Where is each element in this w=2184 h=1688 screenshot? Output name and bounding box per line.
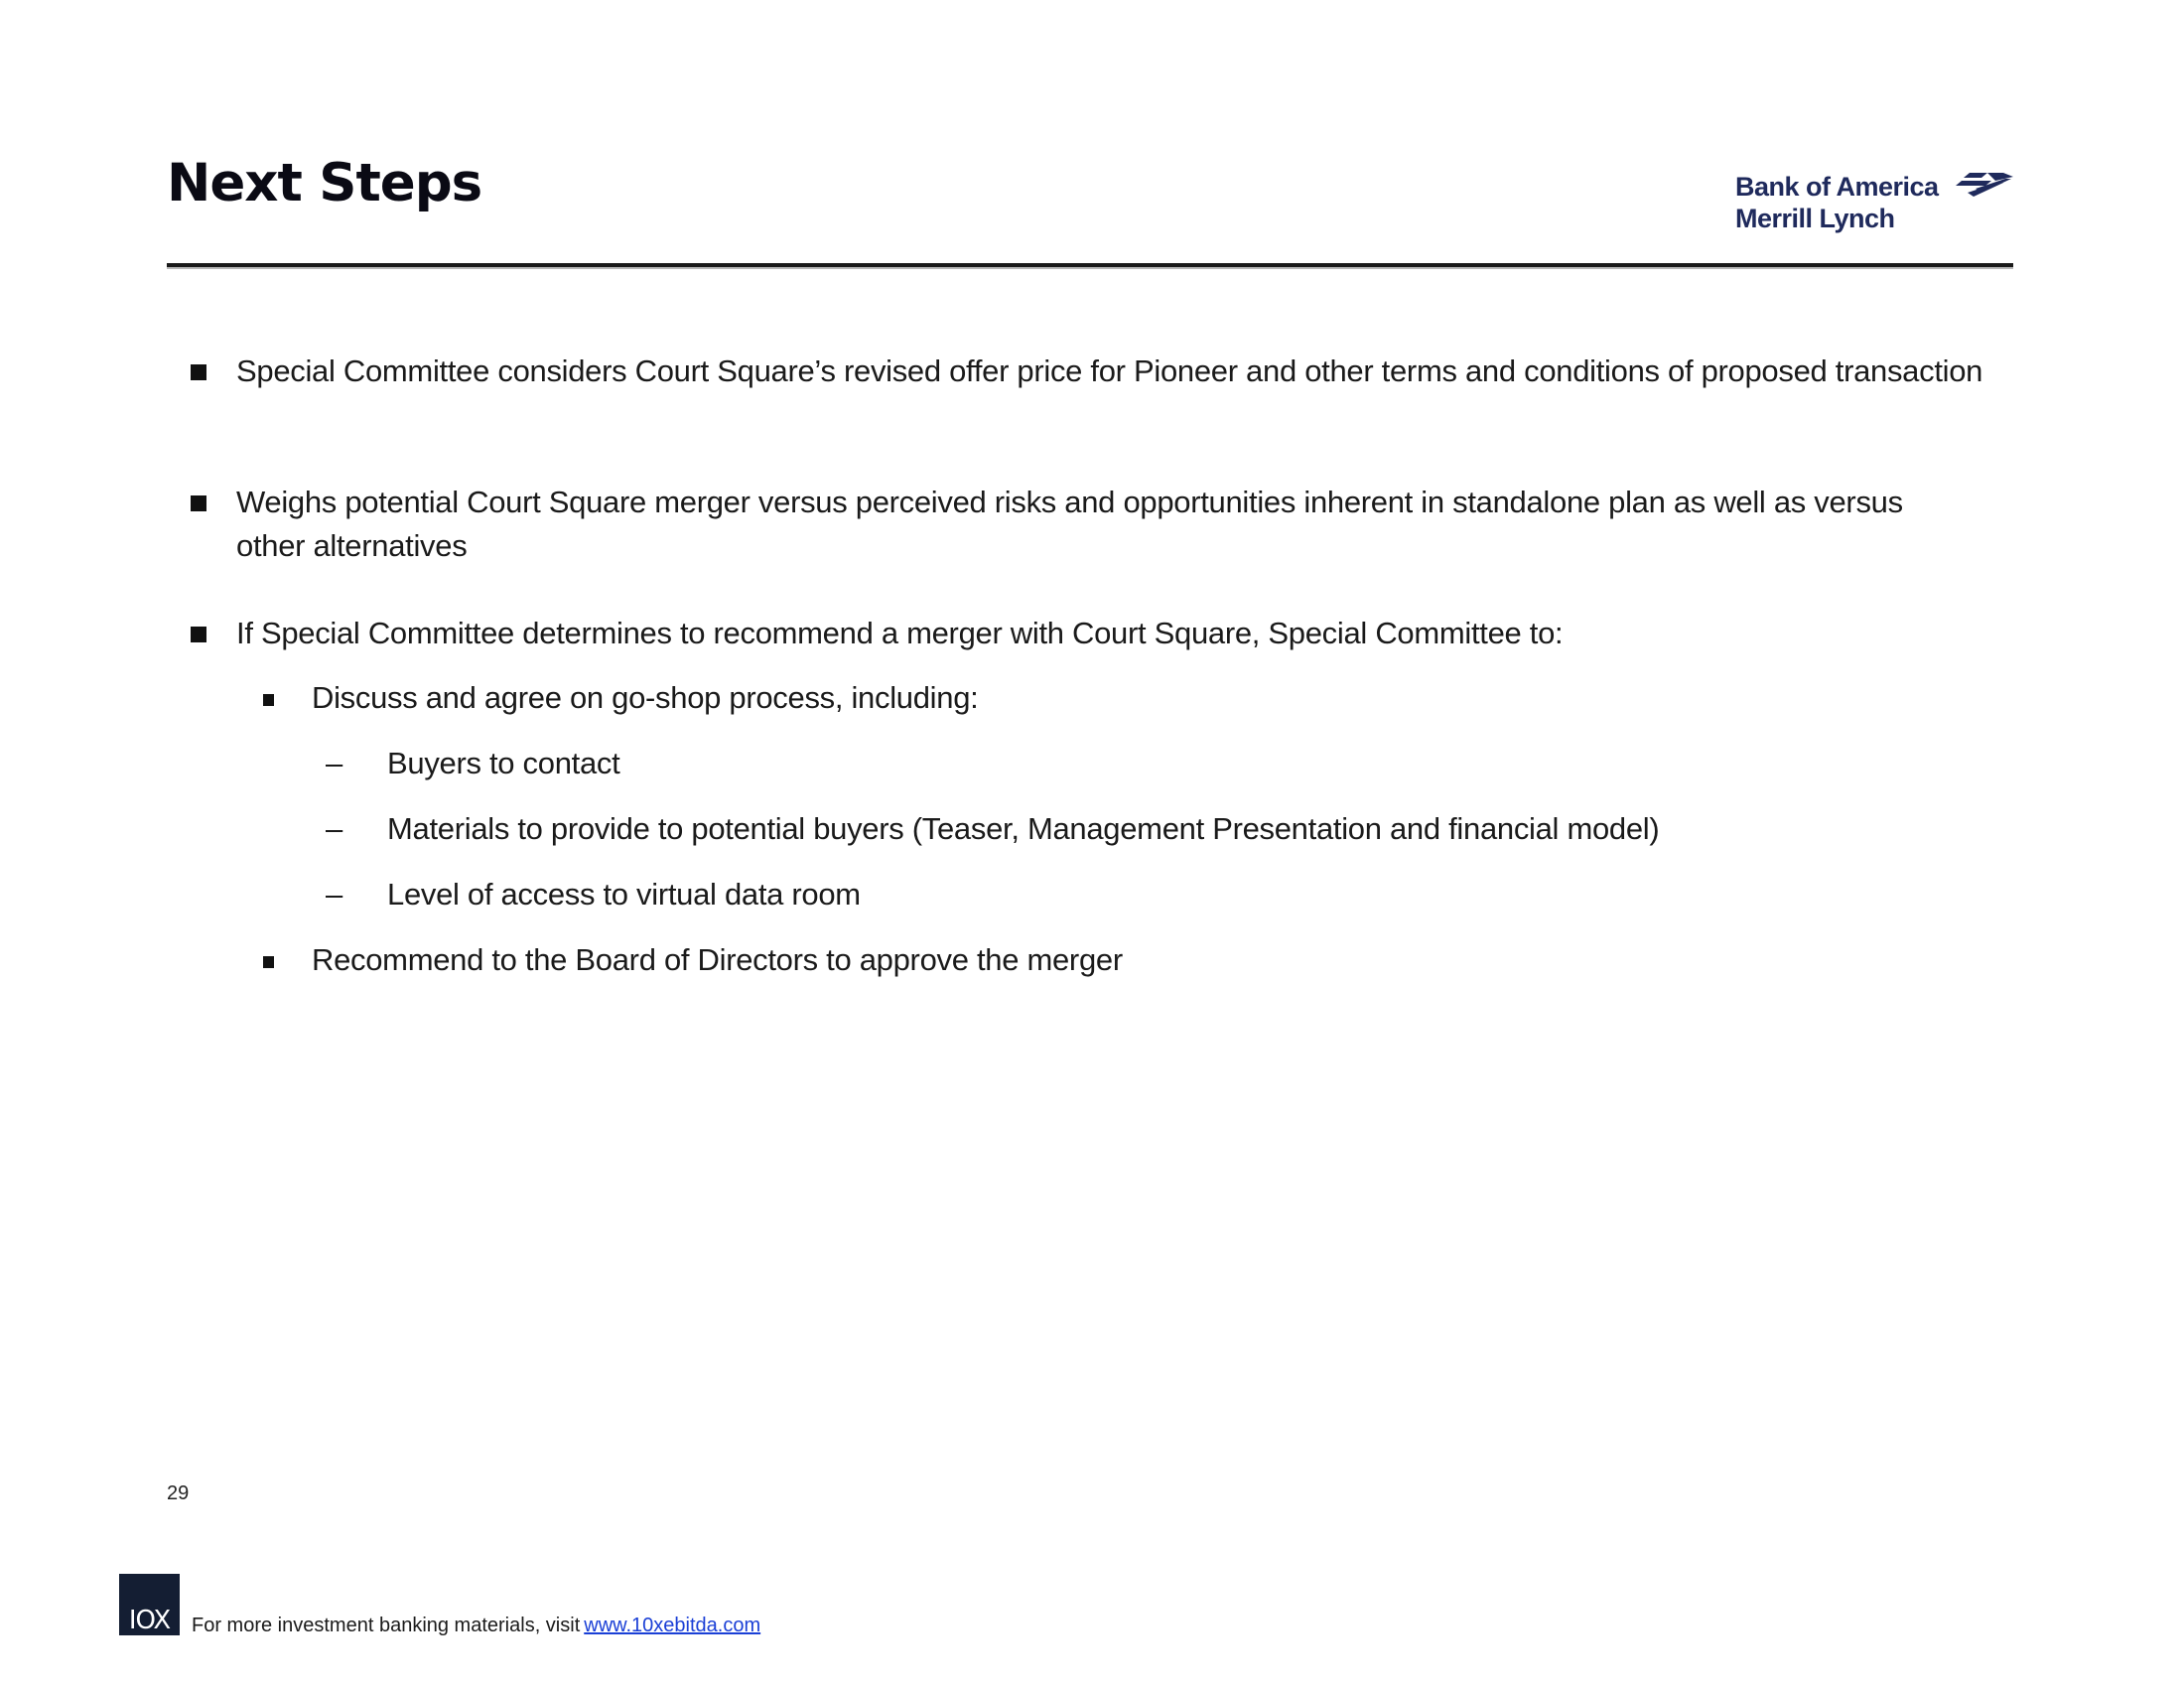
small-square-bullet-icon [263,956,274,968]
footer-text-line: For more investment banking materials, v… [192,1615,760,1637]
bullet-text: Weighs potential Court Square merger ver… [236,485,1903,563]
footer-link[interactable]: www.10xebitda.com [584,1615,760,1636]
bullet-item: If Special Committee determines to recom… [191,612,2003,655]
dash-item-text: Level of access to virtual data room [387,877,861,912]
bullet-text: If Special Committee determines to recom… [236,616,1564,650]
10x-logo-icon: IOX [119,1574,180,1635]
sub-bullet-text: Recommend to the Board of Directors to a… [312,942,1123,977]
small-square-bullet-icon [263,694,274,706]
page-number: 29 [167,1482,190,1504]
dash-marker: – [326,811,342,846]
sub-bullet-text: Discuss and agree on go-shop process, in… [312,680,979,715]
dash-item: – Materials to provide to potential buye… [326,807,1976,851]
sub-bullet-item: Recommend to the Board of Directors to a… [263,938,1999,982]
sub-bullet-item: Discuss and agree on go-shop process, in… [263,676,1999,720]
dash-item: – Buyers to contact [326,742,1976,785]
footer-text: For more investment banking materials, v… [192,1615,581,1636]
square-bullet-icon [191,495,206,511]
dash-item-text: Buyers to contact [387,746,620,780]
logo-text: Bank of America Merrill Lynch [1735,171,1939,234]
dash-marker: – [326,746,342,780]
dash-item: – Level of access to virtual data room [326,873,1976,916]
bank-of-america-merrill-lynch-logo: Bank of America Merrill Lynch [1735,171,2033,240]
bullet-text: Special Committee considers Court Square… [236,353,1983,388]
bullet-item: Weighs potential Court Square merger ver… [191,481,1964,568]
logo-line-2: Merrill Lynch [1735,204,1895,233]
logo-line-1: Bank of America [1735,172,1939,202]
dash-marker: – [326,877,342,912]
flag-icon [1956,173,2013,197]
square-bullet-icon [191,627,206,642]
page-title: Next Steps [167,153,482,213]
dash-item-text: Materials to provide to potential buyers… [387,811,1660,846]
square-bullet-icon [191,364,206,380]
bullet-item: Special Committee considers Court Square… [191,350,2003,393]
title-divider-shadow [167,267,2013,269]
